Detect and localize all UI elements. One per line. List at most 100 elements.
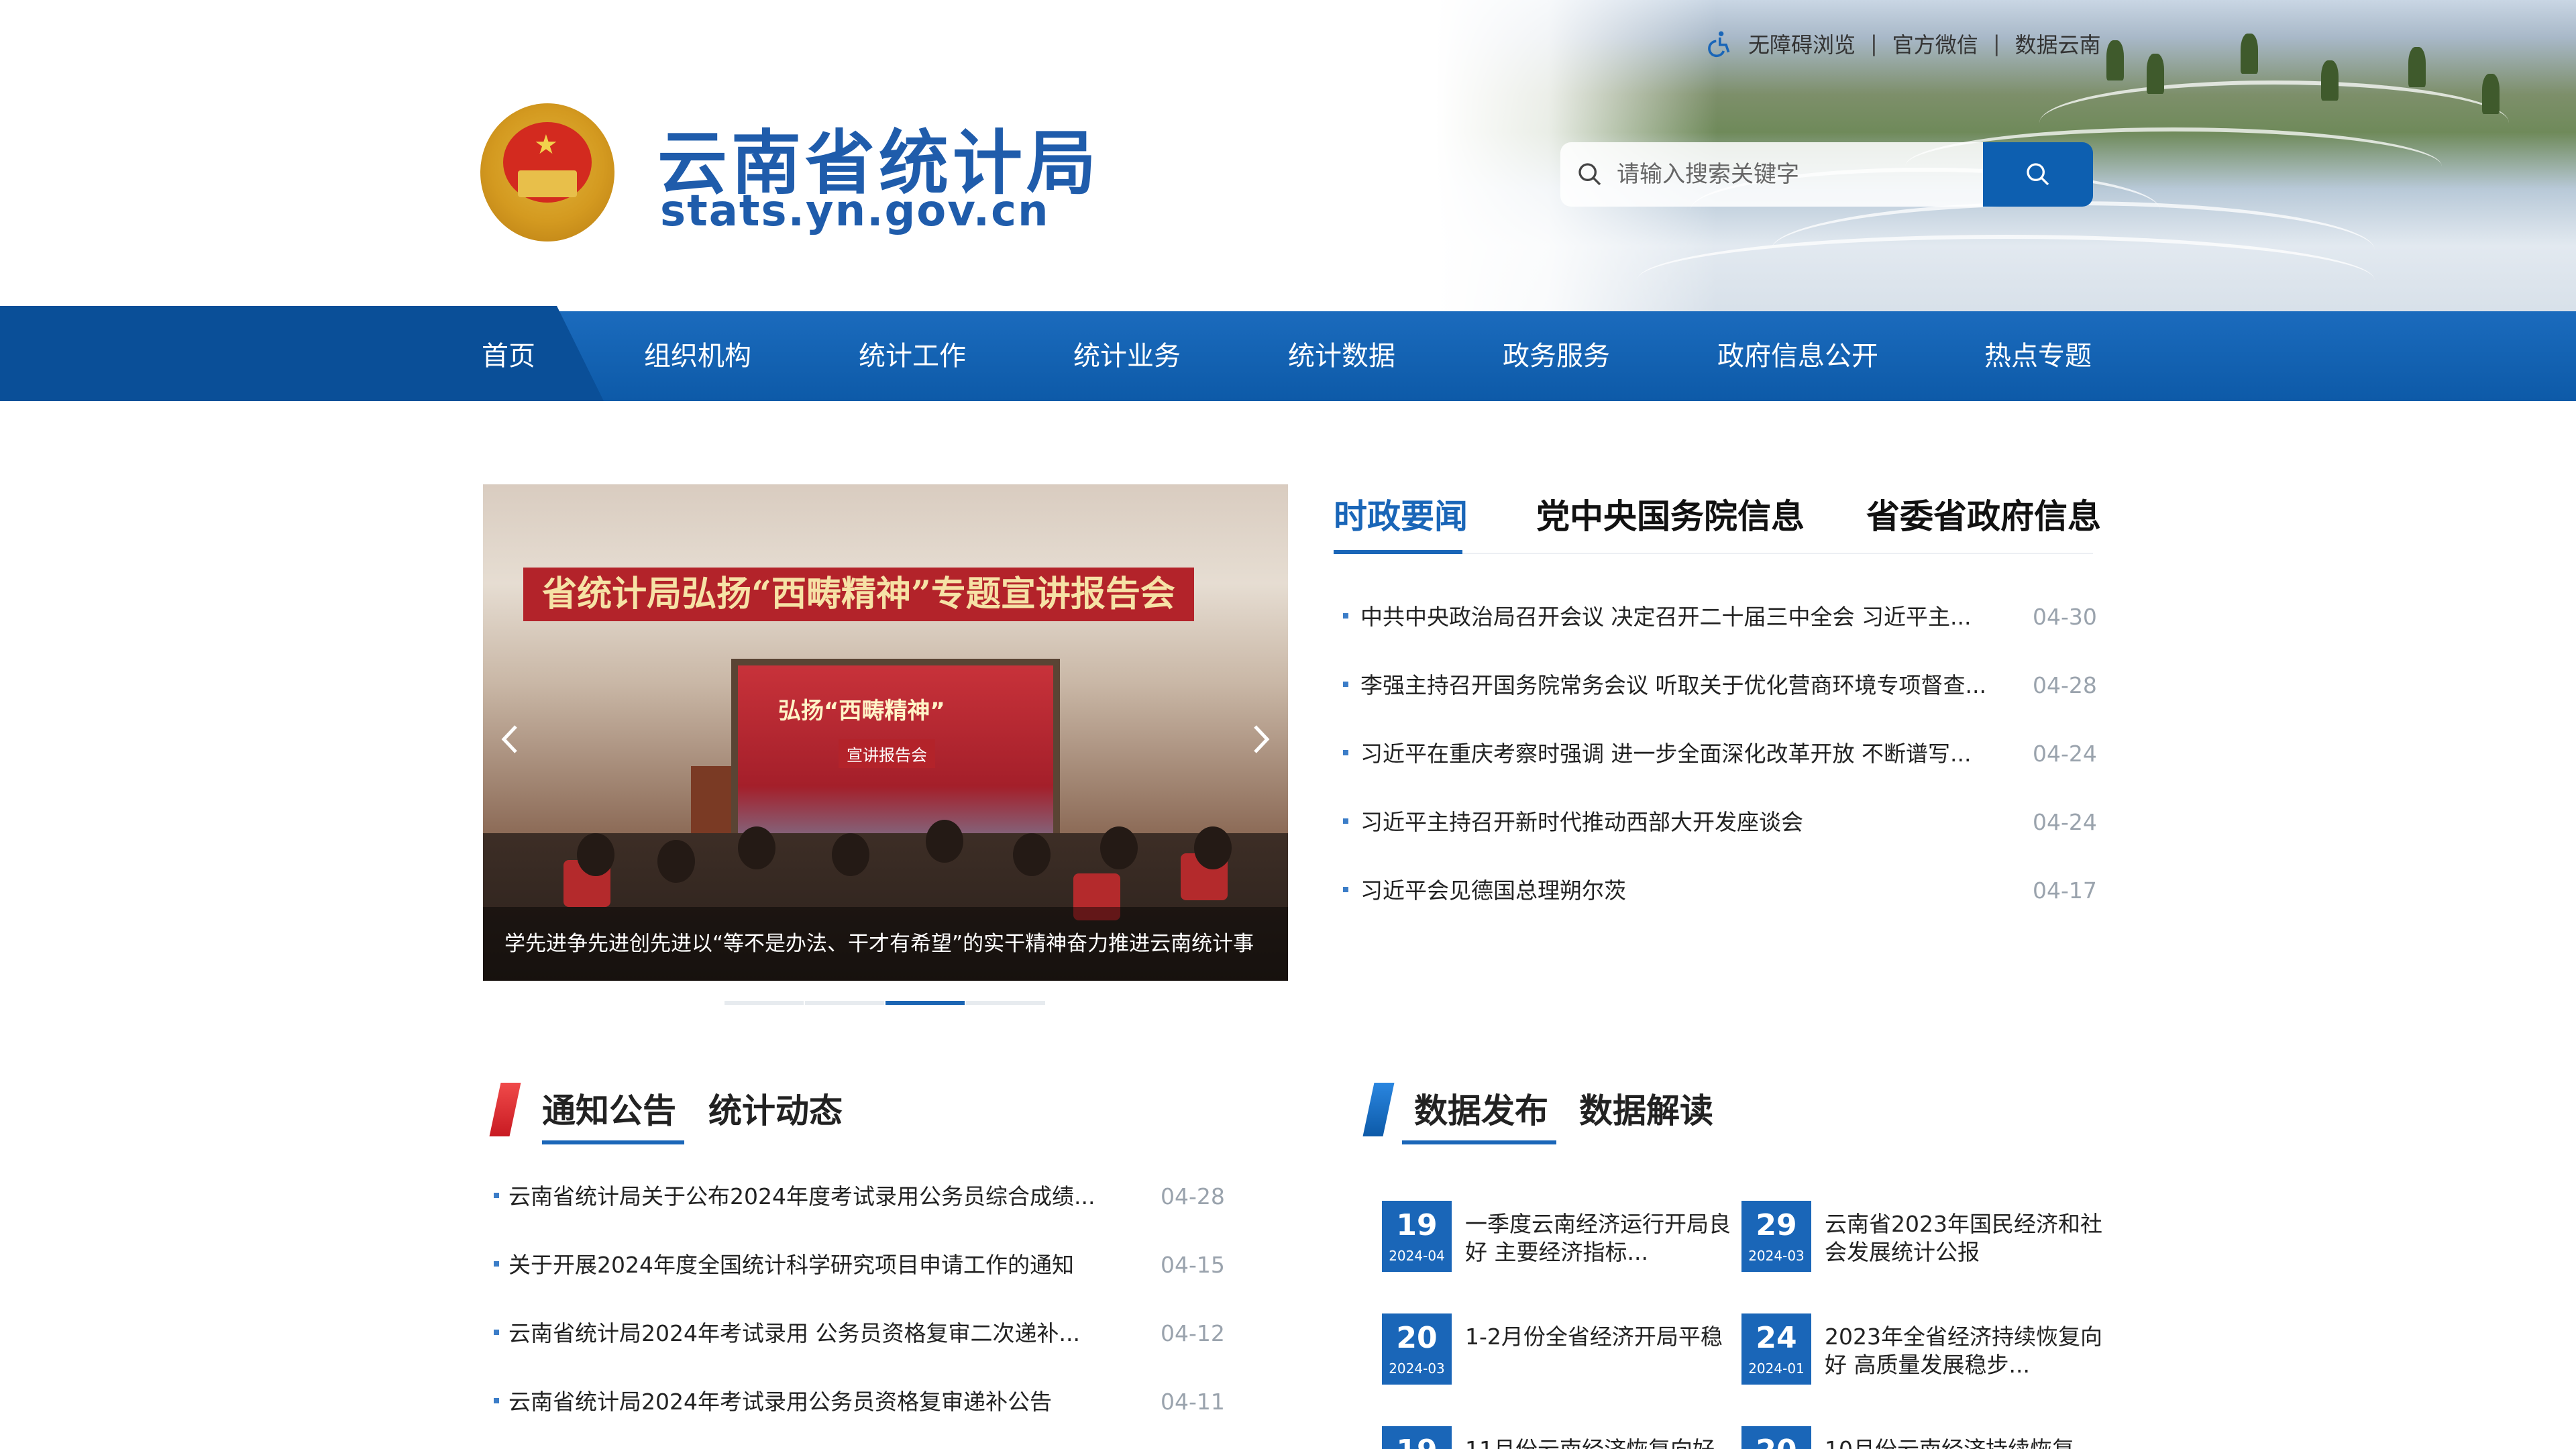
link-data-yunnan[interactable]: 数据云南 — [2015, 28, 2101, 59]
notice-item[interactable]: 云南省统计局关于公布2024年度考试录用公务员综合成绩... — [494, 1177, 1095, 1217]
news-item-date: 04-30 — [2033, 604, 2097, 630]
carousel-dot[interactable] — [966, 1001, 1045, 1005]
tab-provincial-info[interactable]: 省委省政府信息 — [1866, 490, 2101, 538]
date-badge-day: 29 — [1756, 1208, 1797, 1242]
nav-item-home[interactable]: 首页 — [482, 311, 535, 401]
news-item-date: 04-17 — [2033, 877, 2097, 904]
data-release-title[interactable]: 一季度云南经济运行开局良好 主要经济指标... — [1465, 1210, 1747, 1267]
notice-item[interactable]: 云南省统计局2024年考试录用公务员资格复审递补公告 — [494, 1382, 1052, 1422]
tab-active-underline — [542, 1140, 684, 1144]
date-badge: 29 2024-03 — [1741, 1201, 1811, 1272]
tab-central-committee-info[interactable]: 党中央国务院信息 — [1536, 490, 1805, 538]
bullet-icon — [1343, 612, 1348, 619]
news-item-date: 04-24 — [2033, 741, 2097, 767]
date-badge: 19 — [1382, 1426, 1452, 1449]
carousel-pagination — [724, 1001, 1046, 1005]
news-item-title[interactable]: 中共中央政治局召开会议 决定召开二十届三中全会 习近平主... — [1360, 604, 1971, 630]
carousel-caption-text[interactable]: 学先进争先进创先进以“等不是办法、干才有希望”的实干精神奋力推进云南统计事 — [504, 907, 1276, 981]
date-badge: 24 2024-01 — [1741, 1313, 1811, 1385]
notice-item[interactable]: 云南省统计局2024年考试录用 公务员资格复审二次递补... — [494, 1313, 1080, 1354]
news-item[interactable]: 中共中央政治局召开会议 决定召开二十届三中全会 习近平主... — [1343, 597, 1971, 637]
bullet-icon — [1343, 886, 1348, 892]
carousel-banner-text: 省统计局弘扬“西畴精神”专题宣讲报告会 — [523, 568, 1194, 621]
news-item-title[interactable]: 习近平会见德国总理朔尔茨 — [1360, 877, 1626, 904]
nav-item-organization[interactable]: 组织机构 — [644, 311, 751, 401]
notice-item-date: 04-12 — [1161, 1320, 1225, 1346]
notice-item-date: 04-28 — [1161, 1183, 1225, 1210]
carousel-dot[interactable] — [724, 1001, 804, 1005]
date-badge-day: 20 — [1396, 1321, 1438, 1355]
accessibility-icon[interactable] — [1704, 29, 1733, 58]
notice-item-title[interactable]: 关于开展2024年度全国统计科学研究项目申请工作的通知 — [508, 1252, 1074, 1278]
separator: | — [1992, 31, 2000, 56]
search-icon — [1578, 163, 1601, 186]
notice-item[interactable]: 关于开展2024年度全国统计科学研究项目申请工作的通知 — [494, 1245, 1074, 1285]
section-flag-icon — [1362, 1083, 1395, 1136]
search-input[interactable] — [1615, 160, 1967, 189]
bullet-icon — [494, 1329, 499, 1335]
date-badge-month: 2024-03 — [1748, 1248, 1805, 1264]
data-release-title[interactable]: 云南省2023年国民经济和社会发展统计公报 — [1825, 1210, 2106, 1267]
bullet-icon — [1343, 749, 1348, 755]
news-item[interactable]: 习近平会见德国总理朔尔茨 — [1343, 871, 1626, 911]
news-item[interactable]: 李强主持召开国务院常务会议 听取关于优化营商环境专项督查... — [1343, 665, 1986, 706]
link-official-wechat[interactable]: 官方微信 — [1892, 28, 1978, 59]
date-badge: 19 2024-04 — [1382, 1201, 1452, 1272]
bullet-icon — [494, 1397, 499, 1403]
notice-item-title[interactable]: 云南省统计局2024年考试录用 公务员资格复审二次递补... — [508, 1320, 1080, 1346]
tab-notices[interactable]: 通知公告 — [542, 1084, 676, 1132]
date-badge-day: 19 — [1396, 1208, 1438, 1242]
date-badge: 20 — [1741, 1426, 1811, 1449]
news-item-date: 04-24 — [2033, 809, 2097, 835]
search-button[interactable] — [1983, 142, 2093, 207]
data-release-title[interactable]: 2023年全省经济持续恢复向好 高质量发展稳步... — [1825, 1323, 2106, 1379]
tab-active-underline — [1334, 550, 1462, 554]
notice-item-title[interactable]: 云南省统计局2024年考试录用公务员资格复审递补公告 — [508, 1389, 1052, 1415]
nav-item-government-services[interactable]: 政务服务 — [1503, 311, 1610, 401]
date-badge-month: 2024-03 — [1389, 1360, 1445, 1377]
news-item-title[interactable]: 习近平主持召开新时代推动西部大开发座谈会 — [1360, 809, 1803, 835]
carousel-caption[interactable]: 学先进争先进创先进以“等不是办法、干才有希望”的实干精神奋力推进云南统计事 — [483, 907, 1288, 981]
nav-item-statistics-business[interactable]: 统计业务 — [1073, 311, 1181, 401]
date-badge: 20 2024-03 — [1382, 1313, 1452, 1385]
news-item-title[interactable]: 习近平在重庆考察时强调 进一步全面深化改革开放 不断谱写... — [1360, 741, 1971, 767]
news-item[interactable]: 习近平在重庆考察时强调 进一步全面深化改革开放 不断谱写... — [1343, 734, 1971, 774]
bullet-icon — [1343, 818, 1348, 824]
date-badge-month: 2024-01 — [1748, 1360, 1805, 1377]
date-badge-day: 19 — [1382, 1434, 1452, 1449]
carousel-dot-active[interactable] — [885, 1001, 965, 1005]
nav-item-statistics-data[interactable]: 统计数据 — [1288, 311, 1395, 401]
carousel-dot[interactable] — [805, 1001, 884, 1005]
data-release-title[interactable]: 1-2月份全省经济开局平稳 — [1465, 1323, 1747, 1351]
nav-item-statistics-work[interactable]: 统计工作 — [859, 311, 966, 401]
news-item-date: 04-28 — [2033, 672, 2097, 698]
screen-title: 弘扬“西畴精神” — [778, 698, 945, 724]
carousel-next-button[interactable] — [1241, 712, 1281, 766]
news-carousel[interactable]: 省统计局弘扬“西畴精神”专题宣讲报告会 弘扬“西畴精神” 宣讲报告会 学先进争先… — [483, 484, 1288, 981]
national-emblem-logo: ★ — [480, 103, 614, 241]
separator: | — [1870, 31, 1878, 56]
news-item[interactable]: 习近平主持召开新时代推动西部大开发座谈会 — [1343, 802, 1803, 843]
tab-current-affairs[interactable]: 时政要闻 — [1334, 490, 1468, 538]
data-release-title[interactable]: 11月份云南经济恢复向好 — [1465, 1436, 1747, 1449]
news-item-title[interactable]: 李强主持召开国务院常务会议 听取关于优化营商环境专项督查... — [1360, 672, 1986, 698]
date-badge-day: 20 — [1741, 1434, 1811, 1449]
nav-item-info-disclosure[interactable]: 政府信息公开 — [1717, 311, 1878, 401]
section-flag-icon — [489, 1083, 521, 1136]
notice-item-date: 04-15 — [1161, 1252, 1225, 1278]
carousel-prev-button[interactable] — [490, 712, 530, 766]
data-release-title[interactable]: 10月份云南经济持续恢复 — [1825, 1436, 2106, 1449]
nav-item-hot-topics[interactable]: 热点专题 — [1984, 311, 2092, 401]
site-domain: stats.yn.gov.cn — [660, 186, 1050, 236]
tab-data-interpretation[interactable]: 数据解读 — [1579, 1084, 1713, 1132]
bullet-icon — [494, 1192, 499, 1198]
tab-active-underline — [1402, 1140, 1556, 1144]
search-icon — [2027, 163, 2049, 186]
chevron-left-icon — [501, 725, 517, 753]
tab-data-release[interactable]: 数据发布 — [1414, 1084, 1548, 1132]
link-accessible-browsing[interactable]: 无障碍浏览 — [1748, 28, 1856, 59]
screen-subtitle: 宣讲报告会 — [839, 739, 935, 768]
top-links: 无障碍浏览 | 官方微信 | 数据云南 — [1704, 27, 2101, 60]
notice-item-title[interactable]: 云南省统计局关于公布2024年度考试录用公务员综合成绩... — [508, 1183, 1095, 1210]
tab-statistics-news[interactable]: 统计动态 — [708, 1084, 843, 1132]
